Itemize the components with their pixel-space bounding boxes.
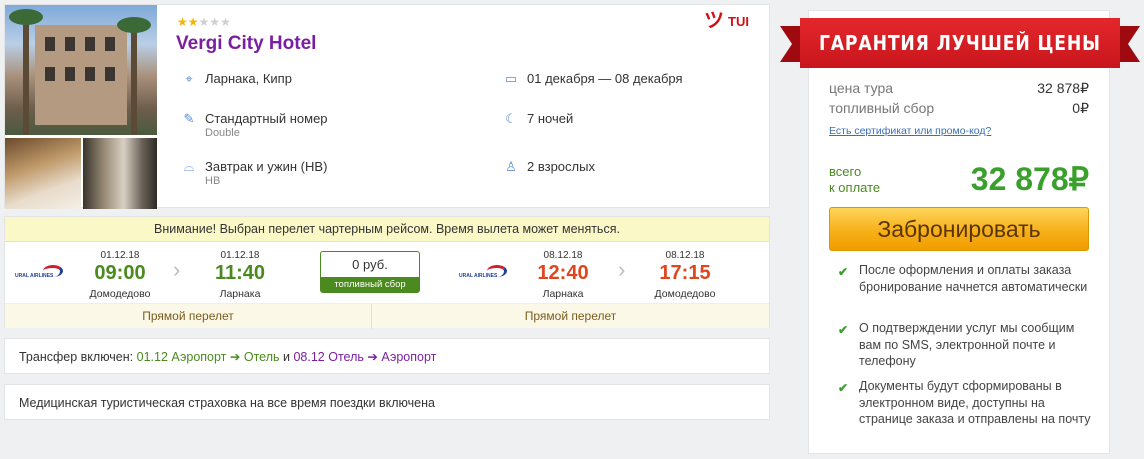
best-price-banner: ГАРАНТИЯ ЛУЧШЕЙ ЦЕНЫ bbox=[780, 16, 1140, 74]
star-icon: ★ bbox=[220, 15, 231, 29]
total-label-line1: всего bbox=[829, 164, 862, 179]
return-arr-date: 08.12.18 bbox=[665, 250, 705, 261]
fuel-charge-price: 0 руб. bbox=[352, 257, 388, 272]
hotel-stars: ★★★★★ bbox=[177, 15, 231, 29]
hotel-photo-main[interactable] bbox=[5, 5, 157, 135]
transfer-info: Трансфер включен: 01.12 Аэропорт ➔ Отель… bbox=[4, 338, 770, 374]
chevron-right-icon: › bbox=[173, 257, 181, 282]
calendar-icon: ▭ bbox=[504, 71, 518, 86]
nights-text: 7 ночей bbox=[527, 111, 574, 126]
outbound-dep-time: 09:00 bbox=[94, 262, 146, 284]
booking-note-text: После оформления и оплаты заказа брониро… bbox=[859, 263, 1088, 294]
return-flight-type: Прямой перелет bbox=[371, 304, 769, 329]
outbound-arr-time: 11:40 bbox=[214, 262, 266, 284]
hotel-card: ★★★★★ Vergi City Hotel ツ TUI ⌖ Ларнака, … bbox=[4, 4, 770, 209]
arrow-right-icon: ➔ bbox=[229, 350, 241, 364]
hotel-photo-interior[interactable] bbox=[83, 138, 157, 209]
fuel-row-label: топливный сбор bbox=[829, 100, 935, 116]
location-pin-icon: ⌖ bbox=[185, 71, 193, 86]
outbound-arr-place: Ларнака bbox=[219, 288, 261, 300]
fuel-row-value: 0₽ bbox=[1072, 100, 1089, 116]
total-label: всего к оплате bbox=[829, 164, 880, 196]
check-icon: ✔ bbox=[838, 265, 849, 279]
outbound-dep-date: 01.12.18 bbox=[100, 250, 140, 261]
tour-price-label: цена тура bbox=[829, 80, 894, 96]
booking-note-text: О подтверждении услуг мы сообщим вам по … bbox=[859, 321, 1075, 368]
return-arr-place: Домодедово bbox=[654, 288, 716, 300]
outbound-flight-type: Прямой перелет bbox=[142, 309, 234, 323]
check-icon: ✔ bbox=[838, 381, 849, 395]
fuel-charge-box: 0 руб. топливный сбор bbox=[320, 251, 420, 293]
tour-price-value: 32 878₽ bbox=[1037, 80, 1089, 96]
total-label-line2: к оплате bbox=[829, 180, 881, 195]
return-dep-place: Ларнака bbox=[542, 288, 584, 300]
meal-text: Завтрак и ужин (HB) bbox=[205, 159, 328, 174]
star-icon: ★ bbox=[198, 15, 210, 29]
flight-return: URAL AIRLINES 08.12.18 12:40 Ларнака › 0… bbox=[445, 243, 771, 301]
moon-icon: ☾ bbox=[505, 111, 517, 126]
room-text: Стандартный номер bbox=[205, 111, 328, 126]
transfer-leg2: 08.12 Отель bbox=[293, 350, 364, 364]
transfer-leg1-to: Отель bbox=[243, 350, 280, 364]
transfer-leg1: 01.12 Аэропорт bbox=[136, 350, 227, 364]
outbound-arr-date: 01.12.18 bbox=[220, 250, 260, 261]
book-button[interactable]: Забронировать bbox=[829, 207, 1089, 251]
total-price: 32 878₽ bbox=[970, 161, 1089, 197]
return-arr-time: 17:15 bbox=[659, 262, 711, 284]
transfer-leg2-to: Аэропорт bbox=[381, 350, 437, 364]
best-price-banner-text: ГАРАНТИЯ ЛУЧШЕЙ ЦЕНЫ bbox=[819, 31, 1101, 55]
return-dep-time: 12:40 bbox=[537, 262, 589, 284]
room-type-text: Double bbox=[205, 127, 240, 139]
hotel-photos bbox=[5, 5, 157, 209]
room-icon: ✎ bbox=[183, 111, 195, 126]
meal-code-text: HB bbox=[205, 175, 221, 187]
fuel-charge-label: топливный сбор bbox=[321, 277, 419, 292]
star-icon: ★ bbox=[209, 15, 221, 29]
booking-note-text: Документы будут сформированы в электронн… bbox=[859, 379, 1091, 426]
hotel-name[interactable]: Vergi City Hotel bbox=[176, 33, 316, 55]
direct-flight-row: Прямой перелет Прямой перелет bbox=[5, 303, 769, 329]
operator-name: TUI bbox=[728, 13, 749, 29]
airline-logo-text: URAL AIRLINES bbox=[15, 273, 54, 279]
transfer-and: и bbox=[283, 350, 290, 364]
hotel-photo-room[interactable] bbox=[5, 138, 81, 209]
chevron-right-icon: › bbox=[618, 257, 626, 282]
flight-outbound: URAL AIRLINES 01.12.18 09:00 Домодедово … bbox=[5, 243, 371, 301]
star-icon: ★ bbox=[177, 15, 188, 29]
fuel-row: топливный сбор 0₽ bbox=[829, 100, 1089, 116]
location-text: Ларнака, Кипр bbox=[205, 71, 292, 86]
outbound-dep-place: Домодедово bbox=[89, 288, 151, 300]
check-icon: ✔ bbox=[838, 323, 849, 337]
guests-text: 2 взрослых bbox=[527, 159, 595, 174]
promo-code-link[interactable]: Есть сертификат или промо-код? bbox=[829, 125, 991, 137]
airline-logo-return-text: URAL AIRLINES bbox=[459, 273, 498, 279]
tour-price-row: цена тура 32 878₽ bbox=[829, 80, 1089, 96]
tui-smile-icon: ツ bbox=[704, 10, 725, 32]
transfer-prefix: Трансфер включен: bbox=[19, 350, 134, 364]
flight-block: Внимание! Выбран перелет чартерным рейсо… bbox=[4, 216, 771, 329]
star-icon: ★ bbox=[187, 15, 199, 29]
charter-warning: Внимание! Выбран перелет чартерным рейсо… bbox=[5, 217, 769, 242]
airline-logo-return: URAL AIRLINES bbox=[459, 265, 515, 281]
operator-logo: ツ TUI bbox=[704, 10, 749, 32]
person-icon: ♙ bbox=[505, 159, 517, 174]
dates-text: 01 декабря — 08 декабря bbox=[527, 71, 683, 86]
airline-logo: URAL AIRLINES bbox=[15, 265, 71, 281]
return-dep-date: 08.12.18 bbox=[543, 250, 583, 261]
arrow-right-icon: ➔ bbox=[367, 350, 378, 364]
insurance-info: Медицинская туристическая страховка на в… bbox=[4, 384, 770, 420]
meal-cloche-icon: ⌓ bbox=[183, 159, 195, 174]
